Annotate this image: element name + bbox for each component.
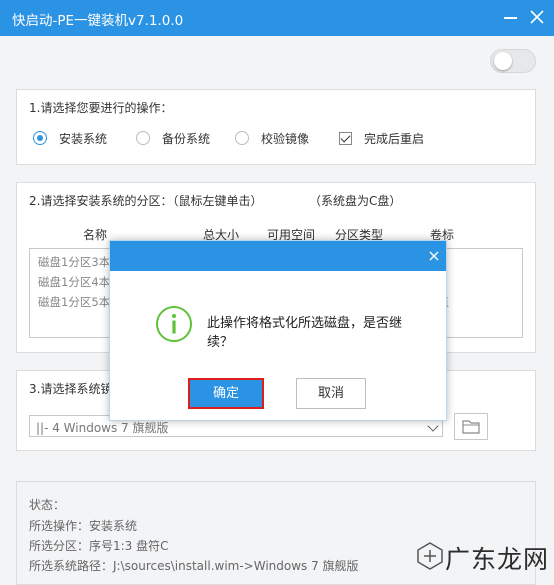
watermark: 广东龙网 xyxy=(415,540,548,574)
radio-label: 备份系统 xyxy=(162,131,211,146)
confirm-button[interactable]: 确定 xyxy=(188,378,264,409)
radio-selected-icon xyxy=(33,131,47,145)
title-bar: 快启动-PE一键装机v7.1.0.0 xyxy=(0,0,554,36)
partition-heading: 2.请选择安装系统的分区：（鼠标左键单击） xyxy=(29,194,263,208)
column-header-name: 名称 xyxy=(83,228,108,242)
info-icon xyxy=(156,306,192,342)
status-operation: 所选操作：安装系统 xyxy=(29,519,138,533)
dialog-message: 此操作将格式化所选磁盘，是否继续？ xyxy=(207,316,403,350)
watermark-text: 广东龙网 xyxy=(445,545,550,574)
dialog-header xyxy=(110,241,446,271)
dialog-close-icon[interactable] xyxy=(426,248,442,264)
radio-icon xyxy=(235,131,249,145)
toggle-knob xyxy=(494,52,512,70)
chevron-down-icon xyxy=(427,420,439,432)
reboot-checkbox[interactable]: 完成后重启 xyxy=(339,130,424,146)
radio-verify-image[interactable]: 校验镜像 xyxy=(235,130,309,146)
radio-label: 安装系统 xyxy=(59,131,108,146)
checkbox-checked-icon xyxy=(339,131,352,145)
cancel-button[interactable]: 取消 xyxy=(296,378,366,409)
close-icon[interactable] xyxy=(526,6,548,28)
operation-panel: 1.请选择您要进行的操作： 安装系统 备份系统 校验镜像 完成后重启 xyxy=(16,89,536,165)
mode-toggle[interactable] xyxy=(490,49,536,73)
folder-icon xyxy=(462,420,480,434)
image-heading: 3.请选择系统镜 xyxy=(29,382,113,396)
radio-backup-system[interactable]: 备份系统 xyxy=(136,130,210,146)
app-window: 快启动-PE一键装机v7.1.0.0 1.请选择您要进行的操作： 安装系统 备份… xyxy=(0,0,554,585)
image-select-value: ||- 4 Windows 7 旗舰版 xyxy=(36,421,169,435)
operation-heading: 1.请选择您要进行的操作： xyxy=(29,101,173,115)
watermark-logo-icon xyxy=(417,542,443,570)
radio-label: 校验镜像 xyxy=(261,131,310,146)
minimize-icon[interactable] xyxy=(500,6,522,28)
partition-row-name[interactable]: 磁盘1分区4本 xyxy=(38,274,110,290)
partition-note: （系统盘为C盘） xyxy=(309,194,402,208)
status-label: 状态： xyxy=(29,498,66,512)
browse-folder-button[interactable] xyxy=(454,413,488,440)
checkbox-label: 完成后重启 xyxy=(364,131,425,146)
radio-icon xyxy=(136,131,150,145)
status-path: 所选系统路径：J:\sources\install.wim->Windows 7… xyxy=(29,559,359,573)
confirm-dialog: 此操作将格式化所选磁盘，是否继续？ 确定 取消 xyxy=(109,240,447,421)
radio-install-system[interactable]: 安装系统 xyxy=(33,130,107,146)
window-title: 快启动-PE一键装机v7.1.0.0 xyxy=(12,13,184,29)
partition-row-name[interactable]: 磁盘1分区3本 xyxy=(38,254,110,270)
status-partition: 所选分区：序号1:3 盘符C xyxy=(29,539,169,553)
partition-row-name[interactable]: 磁盘1分区5本 xyxy=(38,294,110,310)
